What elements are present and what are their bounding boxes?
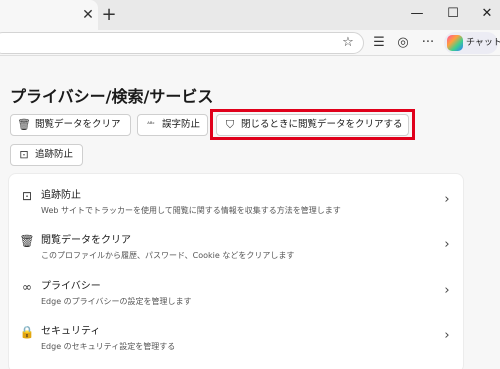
- button-label: 閲覧データをクリア: [35, 119, 121, 130]
- button-label: 誤字防止: [162, 119, 201, 130]
- copilot-chat-button[interactable]: チャット: [444, 32, 500, 54]
- button-label: 追跡防止: [35, 149, 74, 160]
- tracking-prevention-icon: ⊡: [21, 189, 33, 203]
- browser-toolbar: ☆ ☰ ◎ ··· チャット: [0, 30, 500, 56]
- glasses-icon: ∞: [22, 280, 32, 294]
- favorite-star-icon[interactable]: ☆: [339, 34, 357, 52]
- close-window-button[interactable]: ✕: [478, 5, 496, 23]
- address-bar[interactable]: ☆: [0, 32, 364, 54]
- row-title: プライバシー: [41, 281, 101, 292]
- trash-icon: 🗑: [19, 234, 35, 248]
- highlight-frame: [210, 109, 415, 140]
- lock-icon: 🔒: [19, 325, 35, 339]
- new-tab-button[interactable]: +: [100, 5, 118, 25]
- settings-row-clear-browsing-data[interactable]: 🗑 閲覧データをクリア このプロファイルから履歴、パスワード、Cookie など…: [9, 231, 465, 275]
- settings-list-card: ⊡ 追跡防止 Web サイトでトラッカーを使用して閲覧に関する情報を収集する方法…: [8, 173, 464, 369]
- row-title: 閲覧データをクリア: [41, 235, 131, 246]
- row-description: Web サイトでトラッカーを使用して閲覧に関する情報を収集する方法を管理します: [41, 206, 341, 215]
- tracking-prevention-button[interactable]: ⊡ 追跡防止: [10, 144, 83, 166]
- collections-icon[interactable]: ☰: [370, 34, 388, 52]
- copilot-label: チャット: [466, 38, 500, 48]
- chevron-right-icon: ›: [444, 237, 450, 252]
- row-description: Edge のプライバシーの設定を管理します: [41, 297, 192, 306]
- page-title: プライバシー/検索/サービス: [10, 87, 214, 106]
- tracking-prevention-icon: ⊡: [19, 148, 29, 161]
- copilot-icon: [447, 35, 463, 51]
- minimize-button[interactable]: —: [408, 5, 426, 23]
- typo-protection-button[interactable]: ᴬᴮᶜ 誤字防止: [137, 114, 208, 136]
- close-tab-icon[interactable]: ✕: [80, 6, 96, 24]
- browser-tab[interactable]: ✕: [0, 0, 98, 30]
- row-description: このプロファイルから履歴、パスワード、Cookie などをクリアします: [41, 251, 295, 260]
- trash-icon: 🗑: [17, 118, 31, 131]
- more-options-icon[interactable]: ···: [419, 34, 437, 52]
- settings-row-privacy[interactable]: ∞ プライバシー Edge のプライバシーの設定を管理します ›: [9, 277, 465, 321]
- chevron-right-icon: ›: [444, 328, 450, 343]
- settings-row-tracking-prevention[interactable]: ⊡ 追跡防止 Web サイトでトラッカーを使用して閲覧に関する情報を収集する方法…: [9, 186, 465, 230]
- spellcheck-icon: ᴬᴮᶜ: [147, 121, 155, 128]
- title-bar: ✕ + — ☐ ✕: [0, 0, 500, 30]
- profile-icon[interactable]: ◎: [394, 34, 412, 52]
- chevron-right-icon: ›: [444, 283, 450, 298]
- settings-row-security[interactable]: 🔒 セキュリティ Edge のセキュリティ設定を管理する ›: [9, 322, 465, 366]
- maximize-button[interactable]: ☐: [444, 5, 462, 23]
- row-title: 追跡防止: [41, 190, 81, 201]
- chevron-right-icon: ›: [444, 192, 450, 207]
- clear-browsing-data-button[interactable]: 🗑 閲覧データをクリア: [10, 114, 131, 136]
- row-title: セキュリティ: [41, 326, 101, 337]
- row-description: Edge のセキュリティ設定を管理する: [41, 342, 176, 351]
